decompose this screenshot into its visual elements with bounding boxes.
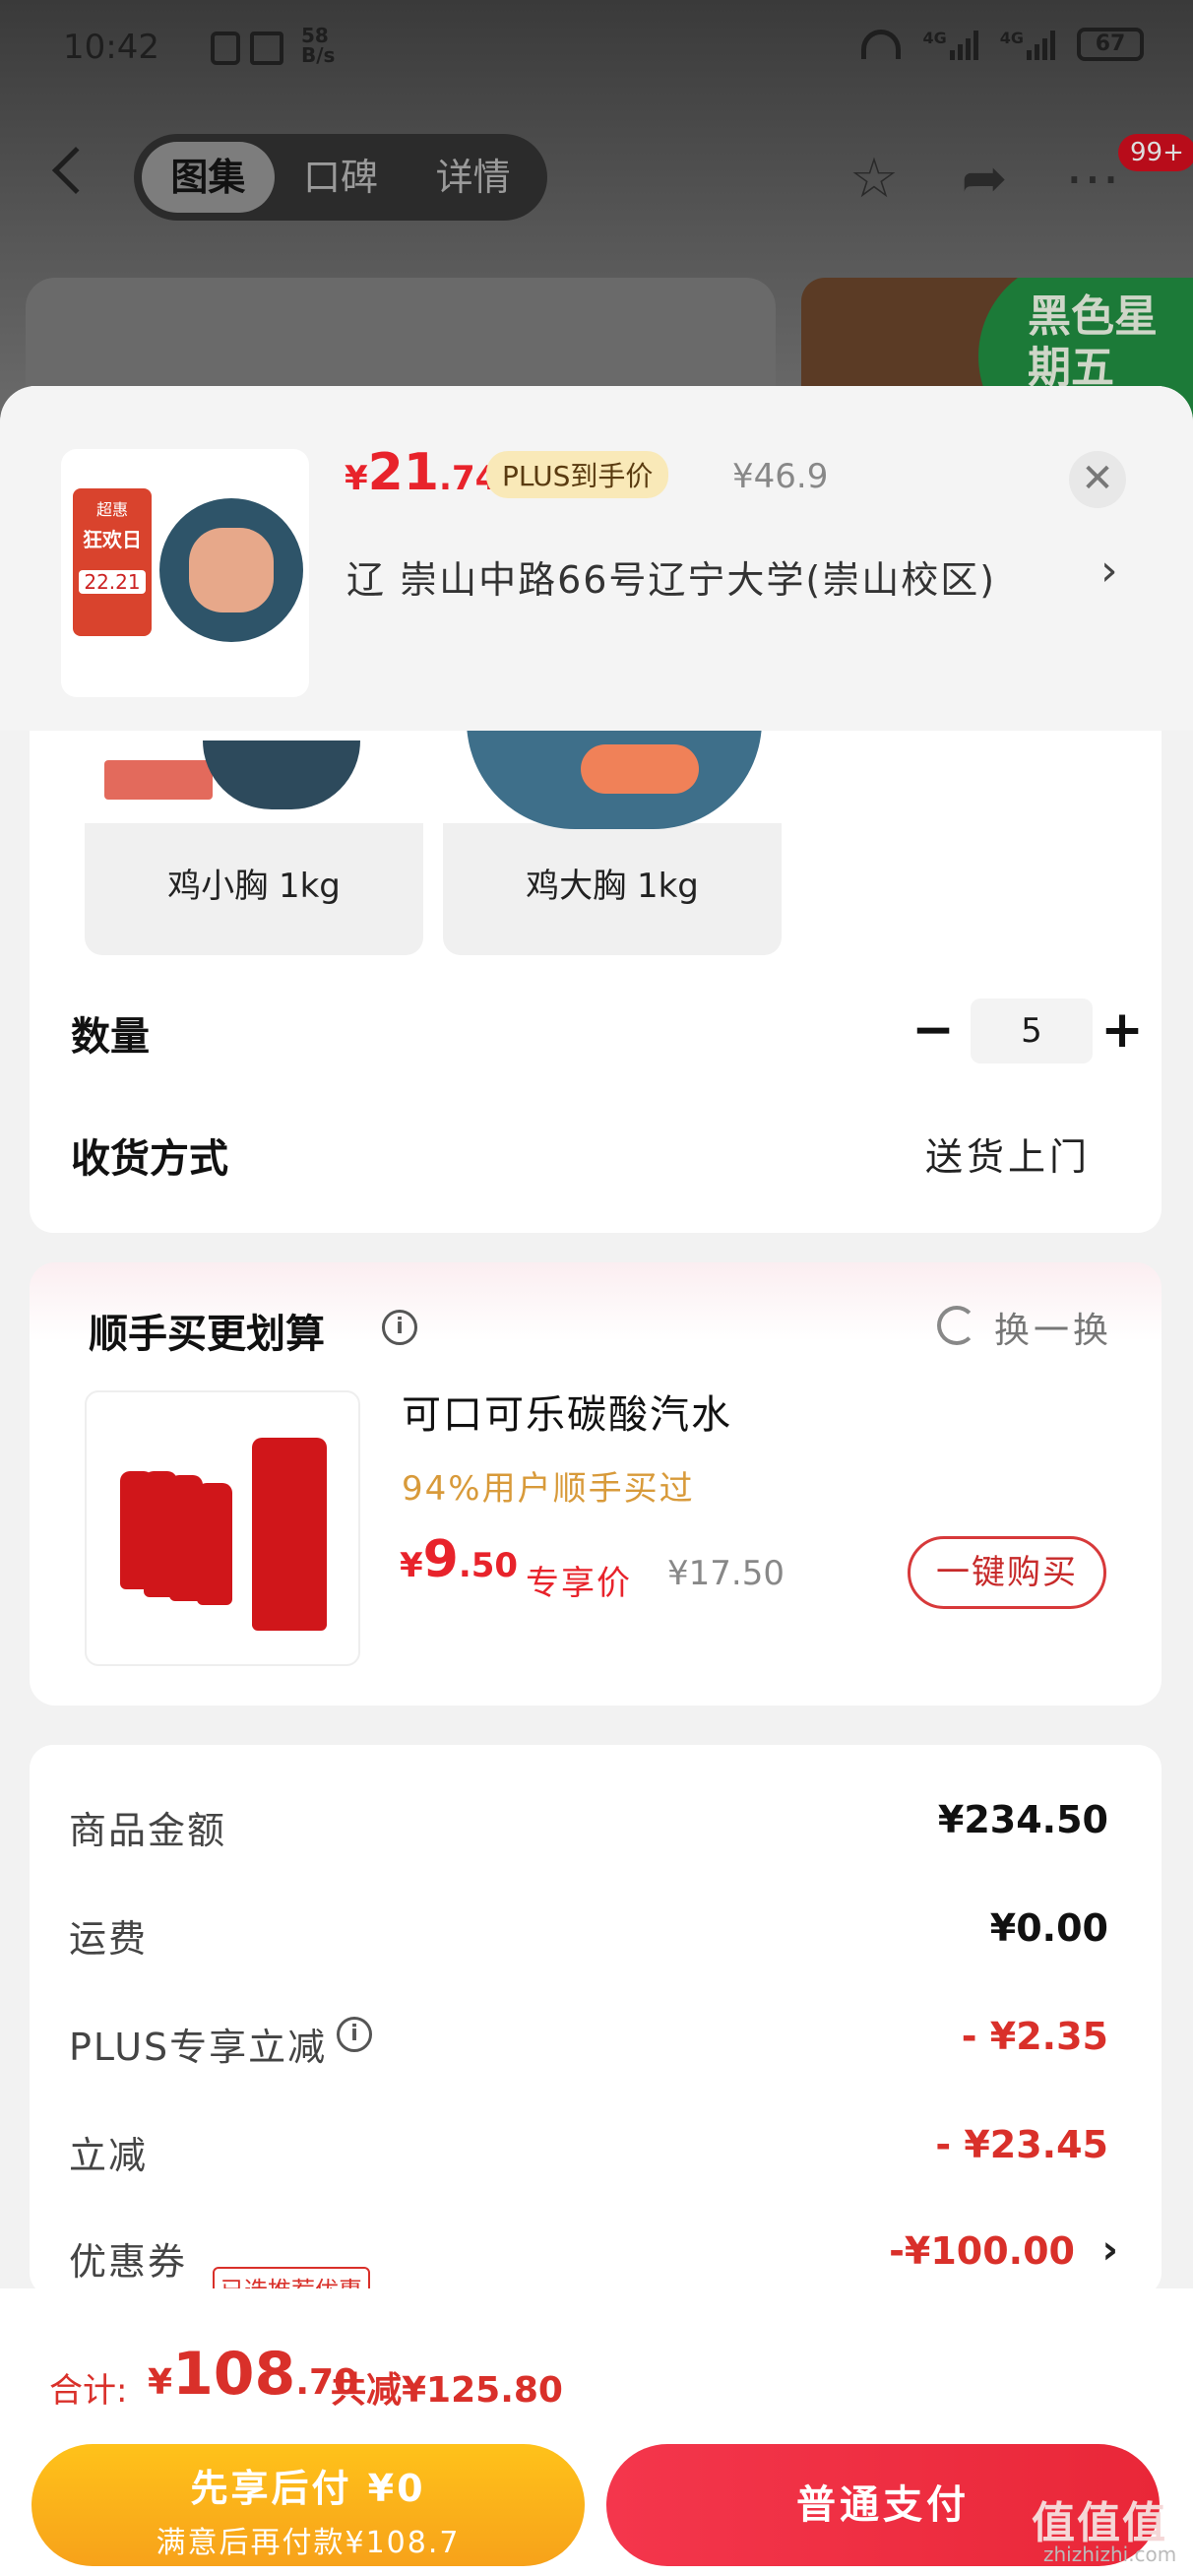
summary-value-instant-discount: - ¥23.45 xyxy=(935,2123,1108,2166)
refresh-icon[interactable] xyxy=(937,1306,976,1345)
chevron-right-icon[interactable]: › xyxy=(1102,2227,1118,2273)
thumbnail-promo-label: 超惠 狂欢日 22.21 xyxy=(73,488,152,636)
signal-1-label: 4G xyxy=(922,29,947,47)
price-integer: 21 xyxy=(367,443,440,502)
refresh-button[interactable]: 换一换 xyxy=(994,1302,1112,1353)
total-symbol: ¥ xyxy=(148,2362,173,2403)
price-symbol: ¥ xyxy=(345,459,368,498)
summary-value-coupon[interactable]: -¥100.00 xyxy=(889,2229,1075,2273)
tab-details[interactable]: 详情 xyxy=(407,142,539,213)
watermark-logo: 值值值 xyxy=(1032,2498,1167,2548)
summary-value-shipping: ¥0.00 xyxy=(989,1906,1108,1950)
info-icon[interactable]: i xyxy=(337,2017,372,2052)
battery-icon: 67 xyxy=(1077,28,1144,61)
summary-label-plus-discount: PLUS专享立减 xyxy=(69,2026,328,2069)
pay-later-subtitle: 满意后再付款¥108.7 xyxy=(156,2526,461,2560)
total-integer: 108 xyxy=(172,2340,296,2409)
wifi-icon xyxy=(861,30,902,59)
plus-price-tag: PLUS到手价 xyxy=(486,451,669,498)
quantity-plus-button[interactable]: + xyxy=(1095,998,1150,1063)
sheet-header: 超惠 狂欢日 22.21 ¥21.74 PLUS到手价 ¥46.9 ✕ 辽 崇山… xyxy=(0,386,1193,731)
addon-price-integer: 9 xyxy=(422,1530,459,1589)
status-time: 10:42 xyxy=(63,28,159,67)
nfc-icon xyxy=(211,32,240,65)
price-summary-card: 商品金额 ¥234.50 运费 ¥0.00 PLUS专享立减 i - ¥2.35… xyxy=(30,1745,1162,2309)
signal-icon-1: 4G xyxy=(922,29,978,60)
quantity-label: 数量 xyxy=(71,1014,150,1060)
total-discount: 共减¥125.80 xyxy=(331,2370,563,2411)
addon-original-price: ¥17.50 xyxy=(667,1554,785,1593)
star-icon[interactable]: ☆ xyxy=(845,150,904,209)
thumbnail-food xyxy=(189,528,274,612)
pay-later-button[interactable]: 先享后付 ¥0 满意后再付款¥108.7 xyxy=(31,2444,585,2566)
net-speed: 58 B/s xyxy=(301,26,335,65)
share-icon[interactable]: ➦ xyxy=(955,150,1014,209)
tab-gallery[interactable]: 图集 xyxy=(142,142,275,213)
top-nav: 图集 口碑 详情 ☆ ➦ ⋯ 99+ xyxy=(0,134,1193,223)
addon-price: ¥9.50 xyxy=(400,1530,518,1589)
info-icon[interactable]: i xyxy=(382,1310,417,1345)
product-price: ¥21.74 xyxy=(345,443,498,502)
delivery-address[interactable]: 辽 崇山中路66号辽宁大学(崇山校区) xyxy=(346,549,996,604)
delivery-method-label: 收货方式 xyxy=(71,1136,228,1182)
summary-label-shipping: 运费 xyxy=(69,1917,149,1961)
original-price: ¥46.9 xyxy=(732,457,829,496)
addon-price-symbol: ¥ xyxy=(400,1546,423,1585)
thumbnail-promo-line1: 超惠 xyxy=(95,500,128,519)
watermark-url: zhizhizhi.com xyxy=(1043,2543,1177,2566)
purchase-sheet: 超惠 狂欢日 22.21 ¥21.74 PLUS到手价 ¥46.9 ✕ 辽 崇山… xyxy=(0,386,1193,2576)
message-badge: 99+ xyxy=(1118,134,1193,171)
promo-text: 黑色星期五 xyxy=(1028,291,1158,393)
variant-label: 鸡小胸 1kg xyxy=(167,867,341,906)
quantity-minus-button[interactable]: − xyxy=(906,998,961,1063)
pay-later-title: 先享后付 ¥0 xyxy=(190,2467,426,2510)
vibrate-icon xyxy=(250,32,283,65)
status-bar: 10:42 58 B/s 4G 4G 67 xyxy=(63,22,1144,77)
signal-2-label: 4G xyxy=(999,29,1024,47)
chevron-right-icon[interactable]: › xyxy=(1100,546,1118,596)
product-thumbnail: 超惠 狂欢日 22.21 xyxy=(61,449,309,697)
back-arrow-icon[interactable] xyxy=(51,146,100,195)
close-icon[interactable]: ✕ xyxy=(1069,451,1126,508)
more-icon[interactable]: ⋯ xyxy=(1063,150,1122,209)
tab-switcher: 图集 口碑 详情 xyxy=(134,134,547,221)
addon-product-name: 可口可乐碳酸汽水 xyxy=(402,1392,732,1438)
addon-product-image xyxy=(85,1390,360,1666)
background-page: 10:42 58 B/s 4G 4G 67 图集 口碑 详情 ☆ ➦ ⋯ 99+… xyxy=(0,0,1193,475)
checkout-bar: 合计: ¥108.70 共减¥125.80 先享后付 ¥0 满意后再付款¥108… xyxy=(0,2288,1193,2576)
summary-value-plus-discount: - ¥2.35 xyxy=(961,2015,1108,2058)
net-speed-unit: B/s xyxy=(301,43,336,67)
tab-reviews[interactable]: 口碑 xyxy=(275,142,408,213)
summary-label-instant-discount: 立减 xyxy=(69,2134,149,2177)
thumbnail-promo-line2: 狂欢日 xyxy=(83,528,142,551)
addon-price-decimal: .50 xyxy=(458,1546,519,1585)
variant-label: 鸡大胸 1kg xyxy=(526,867,699,906)
addon-card: 顺手买更划算 i 换一换 可口可乐碳酸汽水 94%用户顺手买过 ¥9.50 专享… xyxy=(30,1262,1162,1706)
addon-purchase-stat: 94%用户顺手买过 xyxy=(402,1469,695,1509)
total-label: 合计: xyxy=(49,2371,128,2411)
quantity-input[interactable]: 5 xyxy=(971,998,1093,1063)
delivery-method-value[interactable]: 送货上门 xyxy=(925,1127,1091,1181)
thumbnail-promo-price: 22.21 xyxy=(79,570,146,594)
total-amount: ¥108.70 xyxy=(148,2340,358,2409)
summary-label-subtotal: 商品金额 xyxy=(69,1809,227,1852)
quantity-stepper: − 5 + xyxy=(906,998,1152,1063)
exclusive-price-label: 专享价 xyxy=(526,1564,632,1603)
one-click-buy-button[interactable]: 一键购买 xyxy=(908,1536,1106,1609)
signal-icon-2: 4G xyxy=(1000,29,1055,60)
addon-title: 顺手买更划算 xyxy=(89,1312,325,1357)
summary-value-subtotal: ¥234.50 xyxy=(937,1798,1108,1841)
summary-label-coupon[interactable]: 优惠券 xyxy=(69,2231,187,2286)
